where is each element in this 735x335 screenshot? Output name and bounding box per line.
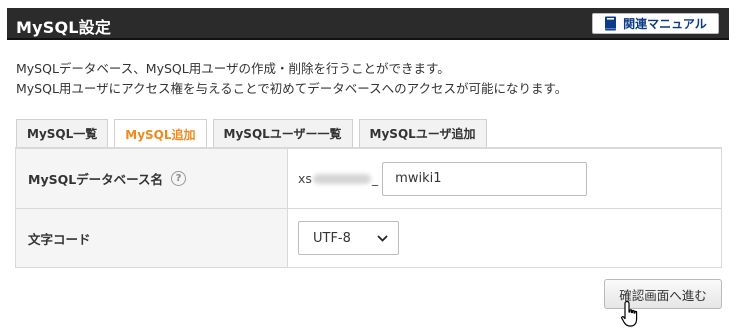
related-manual-label: 関連マニュアル: [623, 17, 707, 31]
db-name-prefix-blurred: [312, 173, 371, 184]
page-header: MySQL設定 関連マニュアル: [7, 8, 729, 40]
tab-mysql-list[interactable]: MySQL一覧: [16, 119, 109, 147]
form-row-db-name: MySQLデータベース名 ? xs _: [16, 149, 721, 208]
related-manual-button[interactable]: 関連マニュアル: [592, 13, 719, 34]
form-row-charset: 文字コード UTF-8: [16, 208, 721, 267]
charset-value-cell: UTF-8: [288, 209, 721, 267]
charset-label-cell: 文字コード: [16, 209, 288, 267]
description: MySQLデータベース、MySQL用ユーザの作成・削除を行うことができます。 M…: [16, 59, 567, 99]
mysql-add-form: MySQLデータベース名 ? xs _ 文字コード UTF-8: [15, 147, 722, 268]
db-name-prefix-end: _: [371, 171, 379, 186]
db-name-value-cell: xs _: [288, 149, 721, 208]
charset-selected-value: UTF-8: [313, 230, 351, 246]
help-icon[interactable]: ?: [171, 171, 187, 186]
tab-mysql-user-list[interactable]: MySQLユーザー一覧: [212, 119, 353, 147]
book-icon: [605, 16, 617, 31]
db-name-label-cell: MySQLデータベース名 ?: [16, 149, 288, 208]
db-name-input[interactable]: [382, 161, 588, 196]
description-line-1: MySQLデータベース、MySQL用ユーザの作成・削除を行うことができます。: [16, 61, 450, 76]
hand-cursor-icon: [621, 300, 638, 327]
tab-mysql-user-add[interactable]: MySQLユーザ追加: [358, 119, 487, 147]
description-line-2: MySQL用ユーザにアクセス権を与えることで初めてデータベースへのアクセスが可能…: [16, 81, 568, 96]
charset-select[interactable]: UTF-8: [298, 221, 399, 255]
mysql-settings-page: MySQL設定 関連マニュアル MySQLデータベース、MySQL用ユーザの作成…: [0, 0, 735, 335]
page-title: MySQL設定: [16, 18, 112, 37]
charset-label: 文字コード: [28, 231, 91, 247]
db-name-label: MySQLデータベース名: [28, 172, 164, 187]
tab-mysql-add[interactable]: MySQL追加: [114, 119, 207, 148]
chevron-down-icon: [377, 234, 388, 242]
db-name-prefix-start: xs: [298, 171, 312, 186]
tab-bar: MySQL一覧 MySQL追加 MySQLユーザー一覧 MySQLユーザ追加: [16, 119, 487, 148]
